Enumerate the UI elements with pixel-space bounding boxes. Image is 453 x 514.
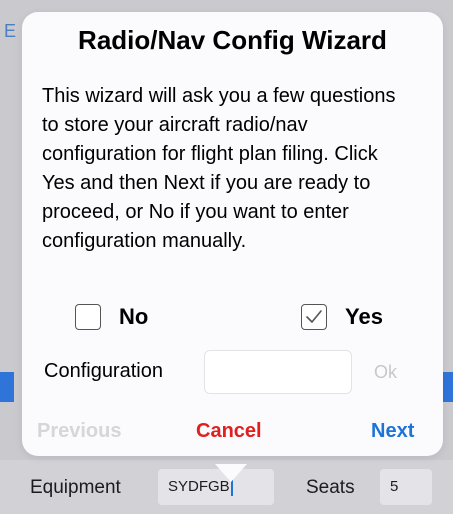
cancel-button[interactable]: Cancel xyxy=(196,420,262,443)
seats-label: Seats xyxy=(306,477,355,498)
configuration-label: Configuration xyxy=(44,360,163,382)
next-button[interactable]: Next xyxy=(371,420,414,443)
seats-value: 5 xyxy=(390,478,399,495)
popover-arrow xyxy=(215,464,247,482)
no-checkbox[interactable] xyxy=(75,304,101,330)
option-yes[interactable]: Yes xyxy=(301,302,383,332)
config-wizard-popover: Radio/Nav Config Wizard This wizard will… xyxy=(22,12,443,482)
ok-button[interactable]: Ok xyxy=(374,362,397,383)
option-yes-label: Yes xyxy=(345,304,383,329)
configuration-input[interactable] xyxy=(204,350,352,394)
previous-button[interactable]: Previous xyxy=(37,420,121,443)
option-no[interactable]: No xyxy=(75,302,148,332)
seats-field[interactable]: 5 xyxy=(380,469,432,505)
background-blue-bar-left xyxy=(0,372,14,402)
background-partial-text: E xyxy=(4,21,17,41)
wizard-description: This wizard will ask you a few questions… xyxy=(42,85,396,252)
yes-checkbox[interactable] xyxy=(301,304,327,330)
option-no-label: No xyxy=(119,304,149,329)
checkmark-icon xyxy=(306,310,322,323)
wizard-title: Radio/Nav Config Wizard xyxy=(78,25,387,55)
equipment-label: Equipment xyxy=(30,477,121,498)
